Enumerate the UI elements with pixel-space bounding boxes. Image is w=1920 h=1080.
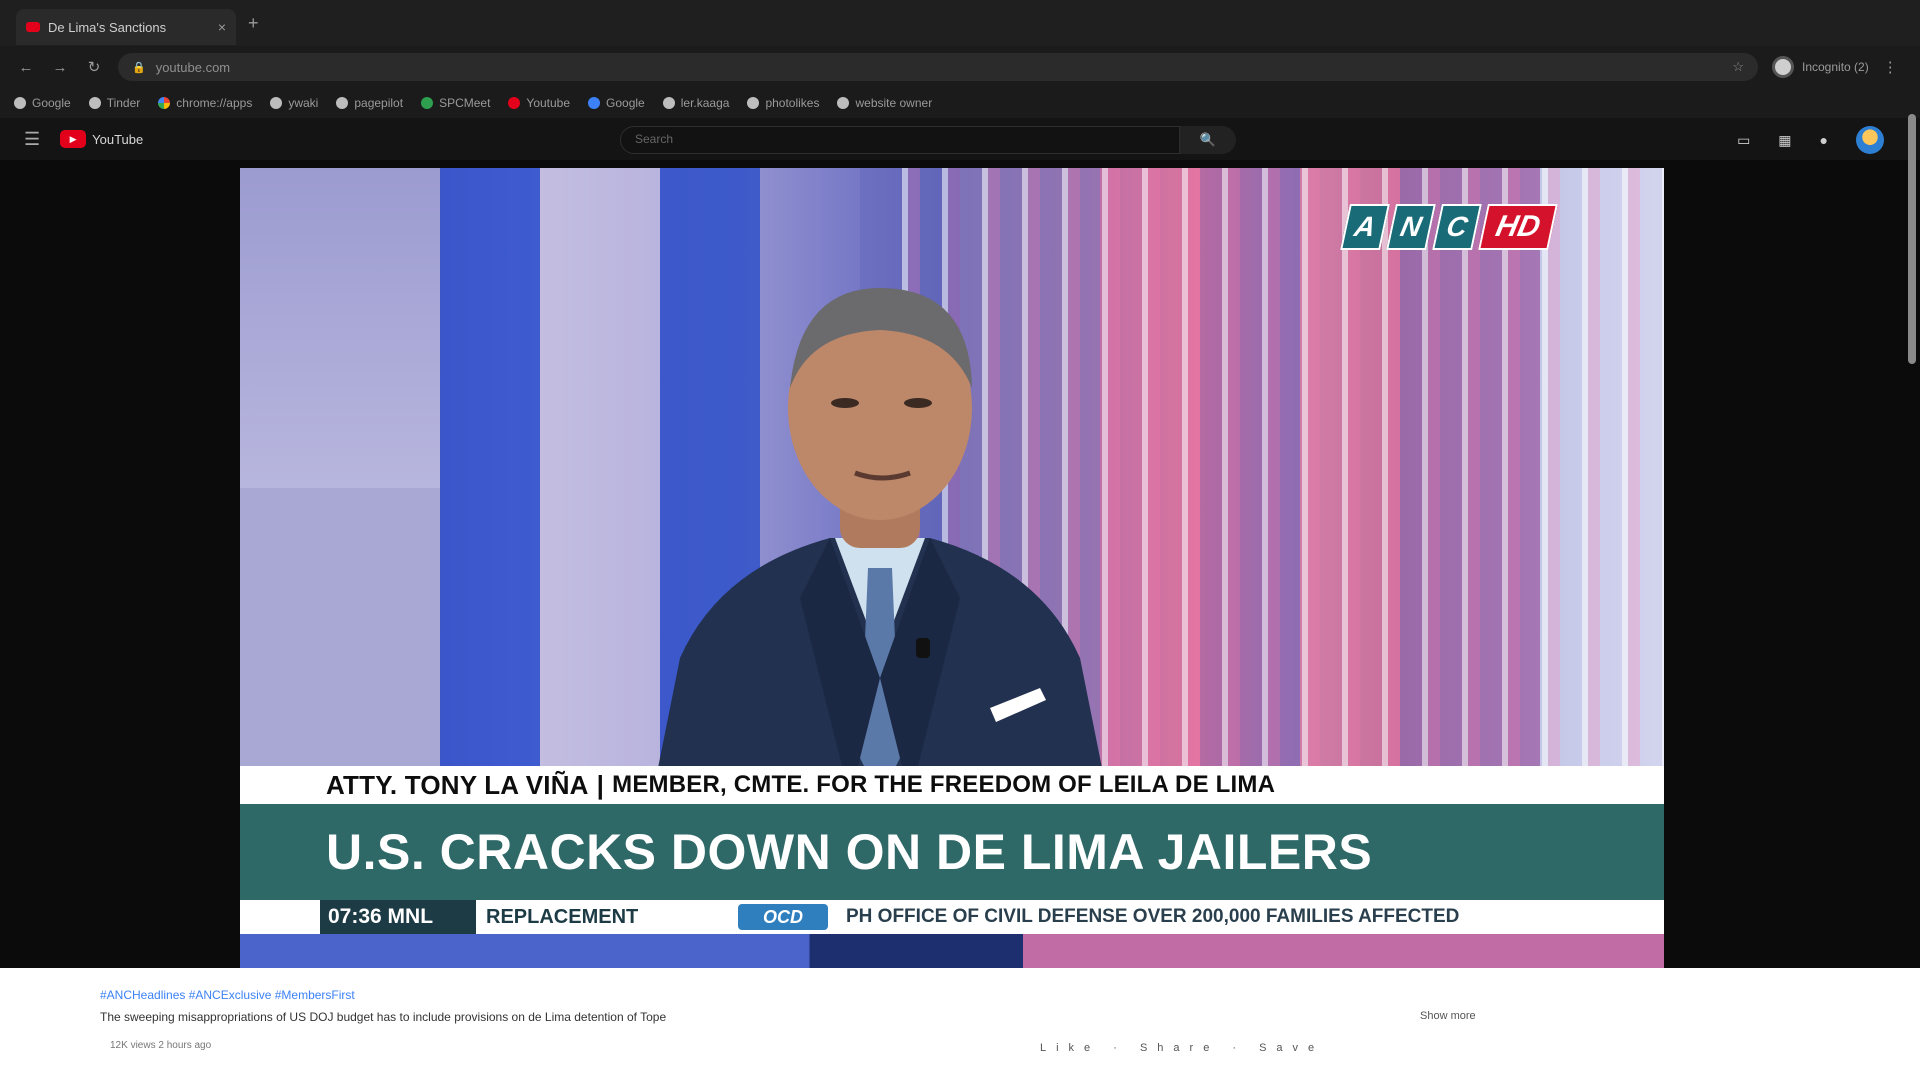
bookmark-label: website owner [855,96,933,110]
video-bottom-strip [240,934,1664,968]
profile-button[interactable]: Incognito (2) [1772,56,1869,78]
globe-icon [336,97,349,109]
ticker-badge: OCD [738,904,828,930]
logo-letter: A [1340,204,1390,250]
bookmark-item[interactable]: ler.kaaga [662,96,730,110]
globe-icon [270,97,283,109]
anc-hd-logo: A N C HD [1340,204,1558,250]
incognito-icon [1772,56,1794,78]
show-more-link[interactable]: Show more [1420,1010,1476,1022]
ticker-blank [240,900,320,934]
bookmark-item[interactable]: website owner [837,96,932,110]
name-separator: | [596,769,605,800]
ticker-text-left: REPLACEMENT [486,905,639,928]
globe-icon [88,97,101,109]
browser-tab-bar: De Lima's Sanctions × + [0,0,1920,46]
google-icon [14,97,26,109]
bookmark-item[interactable]: pagepilot [336,96,403,110]
ticker-text-right: PH OFFICE OF CIVIL DEFENSE OVER 200,000 … [846,906,1460,927]
bookmark-label: Youtube [526,96,571,110]
bookmark-label: photolikes [765,96,820,110]
browser-toolbar: ← → ↻ 🔒 youtube.com ☆ Incognito (2) ⋮ [0,46,1920,88]
news-ticker: 07:36 MNL REPLACEMENT OCD PH OFFICE OF C… [240,900,1664,934]
bookmark-label: ler.kaaga [680,96,730,110]
apps-grid-icon[interactable]: ▦ [1778,132,1791,149]
chrome-icon [158,97,171,109]
address-bar[interactable]: 🔒 youtube.com ☆ [118,53,1758,81]
bookmark-label: Tinder [106,96,141,110]
back-arrow-icon[interactable]: ← [16,59,36,76]
video-details: #ANCHeadlines #ANCExclusive #MembersFirs… [0,968,1920,1080]
globe-icon [837,97,850,109]
youtube-header: ☰ ▶ YouTube Search 🔍 ▭ ▦ ● [0,118,1920,160]
tab-title: De Lima's Sanctions [48,19,167,35]
bookmark-label: Google [32,96,71,110]
hamburger-menu-icon[interactable]: ☰ [24,129,40,150]
bookmark-item[interactable]: photolikes [747,96,819,110]
bookmark-label: pagepilot [354,96,404,110]
guest-name: ATTY. TONY LA VIÑA [326,769,589,800]
logo-letter: N [1386,204,1436,250]
bookmark-item[interactable]: Youtube [508,96,570,110]
bookmark-item[interactable]: Google [588,96,645,110]
bookmark-item[interactable]: Google [14,96,71,110]
bookmark-label: SPCMeet [439,96,491,110]
globe-icon [662,97,675,109]
search-button[interactable]: 🔍 [1180,126,1236,154]
address-url: youtube.com [155,59,231,75]
search-icon: 🔍 [1199,132,1217,147]
account-avatar[interactable] [1856,126,1884,154]
browser-tab-active[interactable]: De Lima's Sanctions × [16,9,236,45]
hashtag-links[interactable]: #ANCHeadlines #ANCExclusive #MembersFirs… [100,988,355,1002]
bookmarks-bar: Google Tinder chrome://apps ywaki pagepi… [0,88,1920,118]
bookmark-item[interactable]: Tinder [88,96,141,110]
bookmark-item[interactable]: SPCMeet [421,96,490,110]
menu-kebab-icon[interactable]: ⋮ [1883,58,1898,76]
bookmark-label: chrome://apps [176,96,253,110]
youtube-icon [508,97,521,109]
news-headline: U.S. CRACKS DOWN ON DE LIMA JAILERS [240,804,1664,900]
globe-icon [588,97,601,109]
notifications-bell-icon[interactable]: ● [1820,132,1828,148]
video-description: The sweeping misappropriations of US DOJ… [100,1010,667,1024]
youtube-logo[interactable]: ▶ YouTube [60,130,143,148]
guest-role: MEMBER, CMTE. FOR THE FREEDOM OF LEILA D… [612,771,1276,798]
video-player[interactable]: A N C HD ATTY. TONY LA VIÑA | MEMBER, CM… [240,168,1664,968]
youtube-favicon-icon [26,22,40,32]
page-scrollbar[interactable] [1908,114,1916,364]
forward-arrow-icon[interactable]: → [50,59,70,76]
bookmark-label: ywaki [288,96,319,110]
globe-icon [747,97,760,109]
logo-hd: HD [1478,204,1558,250]
bookmark-star-icon[interactable]: ☆ [1732,59,1744,75]
ticker-time: 07:36 MNL [320,900,476,934]
header-actions: ▭ ▦ ● [1737,126,1884,154]
tab-close-icon[interactable]: × [218,19,226,35]
news-anchor-figure [640,288,1120,858]
youtube-logo-text: YouTube [92,131,144,147]
lower-third-name: ATTY. TONY LA VIÑA | MEMBER, CMTE. FOR T… [240,766,1664,804]
bookmark-label: Google [606,96,645,110]
studio-panel [240,168,440,488]
new-tab-button[interactable]: + [248,13,259,34]
reload-icon[interactable]: ↻ [84,58,104,76]
video-meta: 12K views 2 hours ago [110,1040,212,1051]
globe-icon [421,97,434,109]
create-video-icon[interactable]: ▭ [1737,132,1750,149]
bookmark-item[interactable]: ywaki [270,96,318,110]
logo-letter: C [1432,204,1482,250]
lock-icon: 🔒 [132,61,146,74]
search-input[interactable]: Search [620,126,1180,154]
profile-label: Incognito (2) [1802,60,1869,74]
youtube-play-icon: ▶ [60,130,87,148]
bookmark-item[interactable]: chrome://apps [158,96,252,110]
video-actions[interactable]: Like · Share · Save [1040,1042,1324,1054]
